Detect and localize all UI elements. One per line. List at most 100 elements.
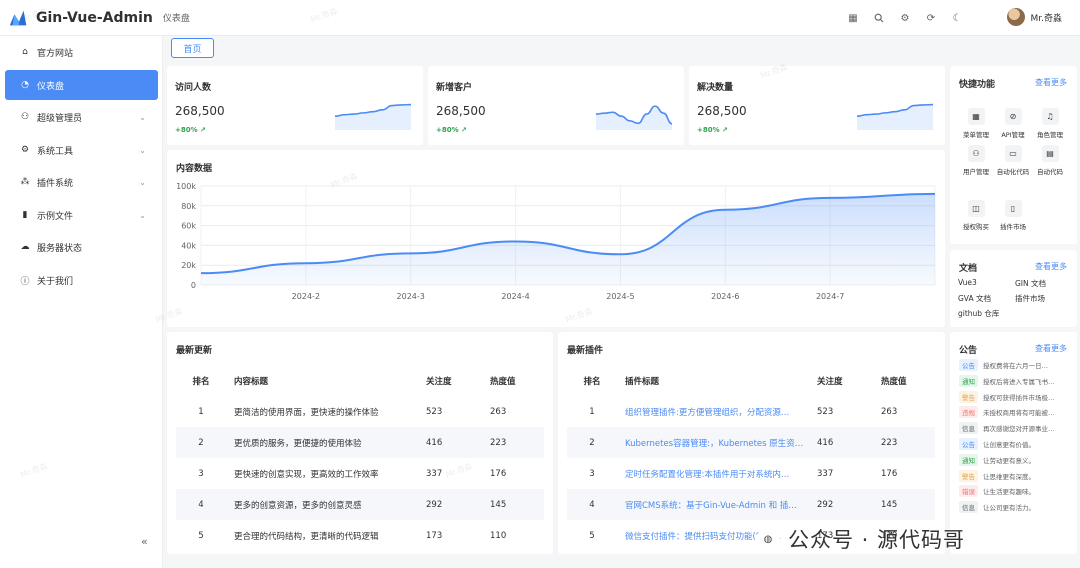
column-header[interactable]: 排名 — [567, 375, 617, 387]
header-tools: ▦ ⚙ ⟳ ☾ — [844, 10, 966, 26]
book-icon: ◫ — [967, 200, 985, 217]
sidebar-item-plugins[interactable]: ⁂ 插件系统 ⌄ — [5, 167, 158, 197]
settings-icon[interactable]: ⚙ — [896, 10, 914, 26]
table-cell-rank: 4 — [589, 499, 595, 510]
table-header-row: 排名 内容标题 关注度 热度值 — [176, 365, 544, 396]
stat-value: 268,500 — [697, 104, 747, 118]
column-header[interactable]: 插件标题 — [625, 375, 805, 387]
doc-icon: ▤ — [1041, 145, 1059, 162]
sidebar-item-website[interactable]: ⌂ 官方网站 — [5, 37, 158, 67]
content-chart-card: 内容数据 0 20k 40k 60k 80k 100k 2024-2 2024-3 2024-4… — [167, 150, 945, 327]
quick-role-manage[interactable]: ♫ 角色管理 — [1030, 108, 1070, 139]
quick-label: 角色管理 — [1037, 131, 1063, 139]
stat-delta: +80% ↗ — [175, 126, 206, 134]
notice-item[interactable]: 警告 让思维更有深度。 — [959, 469, 1074, 482]
quick-license-buy[interactable]: ◫ 授权购买 — [956, 200, 996, 231]
column-header[interactable]: 排名 — [176, 375, 226, 387]
updates-title: 最新更新 — [176, 346, 213, 356]
notice-item[interactable]: 警告 授权可获得插件市场极… — [959, 390, 1074, 403]
column-header[interactable]: 热度值 — [490, 375, 516, 387]
sidebar-item-dashboard[interactable]: ◔ 仪表盘 — [5, 70, 158, 100]
refresh-icon[interactable]: ⟳ — [922, 10, 940, 26]
user-menu[interactable]: Mr.奇淼 — [1007, 8, 1062, 26]
notice-text: 让创意更有价值。 — [983, 441, 1035, 449]
collapse-sidebar-icon[interactable]: « — [141, 535, 148, 548]
doc-link-github[interactable]: github 仓库 — [958, 308, 999, 319]
notice-item[interactable]: 公告 授权费将在六月一日… — [959, 359, 1074, 371]
doc-link-vue3[interactable]: Vue3 — [958, 278, 977, 287]
column-header[interactable]: 关注度 — [426, 375, 452, 387]
stat-value: 268,500 — [436, 104, 486, 118]
notice-type-badge: 通知 — [959, 453, 978, 466]
chevron-down-icon: ⌄ — [139, 112, 146, 122]
notice-type-badge: 通知 — [959, 374, 978, 387]
search-icon[interactable] — [870, 10, 888, 26]
quick-label: API管理 — [1001, 131, 1025, 139]
column-header[interactable]: 热度值 — [881, 375, 907, 387]
table-row[interactable]: 4 更多的创意资源，更多的创意灵感 292 145 — [176, 489, 544, 520]
quick-menu-manage[interactable]: ▦ 菜单管理 — [956, 108, 996, 139]
quick-label: 插件市场 — [1000, 223, 1026, 231]
sidebar-item-label: 关于我们 — [37, 276, 74, 287]
table-cell-hot: 145 — [490, 499, 507, 510]
quick-auto-code[interactable]: ▭ 自动化代码 — [993, 145, 1033, 176]
table-cell-rank: 5 — [198, 530, 204, 541]
dashboard-icon: ◔ — [21, 80, 29, 90]
table-cell-follow: 292 — [426, 499, 443, 510]
table-cell-hot: 223 — [490, 437, 507, 448]
sidebar-item-label: 系统工具 — [37, 146, 74, 157]
notice-type-badge: 公告 — [959, 359, 978, 371]
stat-card-resolved: 解决数量 268,500 +80% ↗ — [689, 66, 945, 145]
sparkline-area — [857, 104, 933, 130]
sidebar: ⌂ 官方网站 ◔ 仪表盘 ⚇ 超级管理员 ⌄ ⚙ 系统工具 ⌄ ⁂ 插件系统 ⌄… — [0, 36, 163, 568]
moon-icon[interactable]: ☾ — [948, 10, 966, 26]
column-header[interactable]: 内容标题 — [234, 375, 414, 387]
sidebar-item-super-admin[interactable]: ⚇ 超级管理员 ⌄ — [5, 102, 158, 132]
sidebar-item-label: 仪表盘 — [37, 81, 65, 92]
quick-api-manage[interactable]: ⊘ API管理 — [993, 108, 1033, 139]
table-cell-title[interactable]: 官网CMS系统：基于Gin-Vue-Admin 和 插… — [625, 499, 805, 511]
notice-item[interactable]: 通知 授权后将进入专属飞书… — [959, 374, 1074, 387]
table-row[interactable]: 1 组织管理插件:更方便管理组织，分配资源… 523 263 — [567, 396, 935, 427]
table-row[interactable]: 2 Kubernetes容器管理:，Kubernetes 原生资… 416 223 — [567, 427, 935, 458]
table-row[interactable]: 2 更优质的服务，更便捷的使用体验 416 223 — [176, 427, 544, 458]
notice-item[interactable]: 违规 未授权商用将有可能被… — [959, 406, 1074, 419]
quick-plugin-market[interactable]: ▯ 插件市场 — [993, 200, 1033, 231]
avatar[interactable] — [1007, 8, 1026, 26]
sidebar-item-server-status[interactable]: ☁ 服务器状态 — [5, 232, 158, 262]
docs-more-link[interactable]: 查看更多 — [1035, 261, 1067, 272]
quick-label: 菜单管理 — [963, 131, 989, 139]
table-row[interactable]: 5 更合理的代码结构，更清晰的代码逻辑 173 110 — [176, 520, 544, 551]
quick-more-link[interactable]: 查看更多 — [1035, 77, 1067, 88]
table-cell-hot: 145 — [881, 499, 898, 510]
table-cell-title[interactable]: 定时任务配置化管理:本插件用于对系统内… — [625, 468, 805, 480]
table-row[interactable]: 3 更快速的创意实现，更高效的工作效率 337 176 — [176, 458, 544, 489]
stat-delta: +80% ↗ — [697, 126, 728, 134]
sidebar-item-examples[interactable]: ▮ 示例文件 ⌄ — [5, 200, 158, 230]
doc-link-plugin-market[interactable]: 插件市场 — [1015, 293, 1045, 304]
tab-home[interactable]: 首页 — [171, 38, 214, 58]
stat-delta: +80% ↗ — [436, 126, 467, 134]
notice-item[interactable]: 公告 让创意更有价值。 — [959, 438, 1074, 450]
sidebar-item-label: 官方网站 — [37, 48, 74, 59]
chevron-down-icon: ⌄ — [139, 210, 146, 220]
table-cell-title[interactable]: 组织管理插件:更方便管理组织，分配资源… — [625, 406, 805, 418]
table-cell-title: 更快速的创意实现，更高效的工作效率 — [234, 469, 379, 480]
doc-link-gin[interactable]: GIN 文档 — [1015, 278, 1046, 289]
doc-link-gva[interactable]: GVA 文档 — [958, 293, 991, 304]
layout-icon[interactable]: ▦ — [844, 10, 862, 26]
notices-more-link[interactable]: 查看更多 — [1035, 343, 1067, 354]
notice-item[interactable]: 信息 再次感谢您对开源事业… — [959, 422, 1074, 435]
sidebar-item-about[interactable]: ⓘ 关于我们 — [5, 265, 158, 295]
quick-auto-code-2[interactable]: ▤ 自动代码 — [1030, 145, 1070, 176]
column-header[interactable]: 关注度 — [817, 375, 843, 387]
user-name[interactable]: Mr.奇淼 — [1030, 11, 1062, 24]
notice-item[interactable]: 错误 让生活更有趣味。 — [959, 485, 1074, 498]
sidebar-item-system-tools[interactable]: ⚙ 系统工具 ⌄ — [5, 135, 158, 165]
quick-user-manage[interactable]: ⚇ 用户管理 — [956, 145, 996, 176]
table-row[interactable]: 3 定时任务配置化管理:本插件用于对系统内… 337 176 — [567, 458, 935, 489]
table-row[interactable]: 1 更简洁的使用界面，更快速的操作体验 523 263 — [176, 396, 544, 427]
notice-text: 让劳动更有意义。 — [983, 456, 1035, 465]
notice-item[interactable]: 通知 让劳动更有意义。 — [959, 453, 1074, 466]
table-cell-title[interactable]: Kubernetes容器管理:，Kubernetes 原生资… — [625, 437, 805, 449]
